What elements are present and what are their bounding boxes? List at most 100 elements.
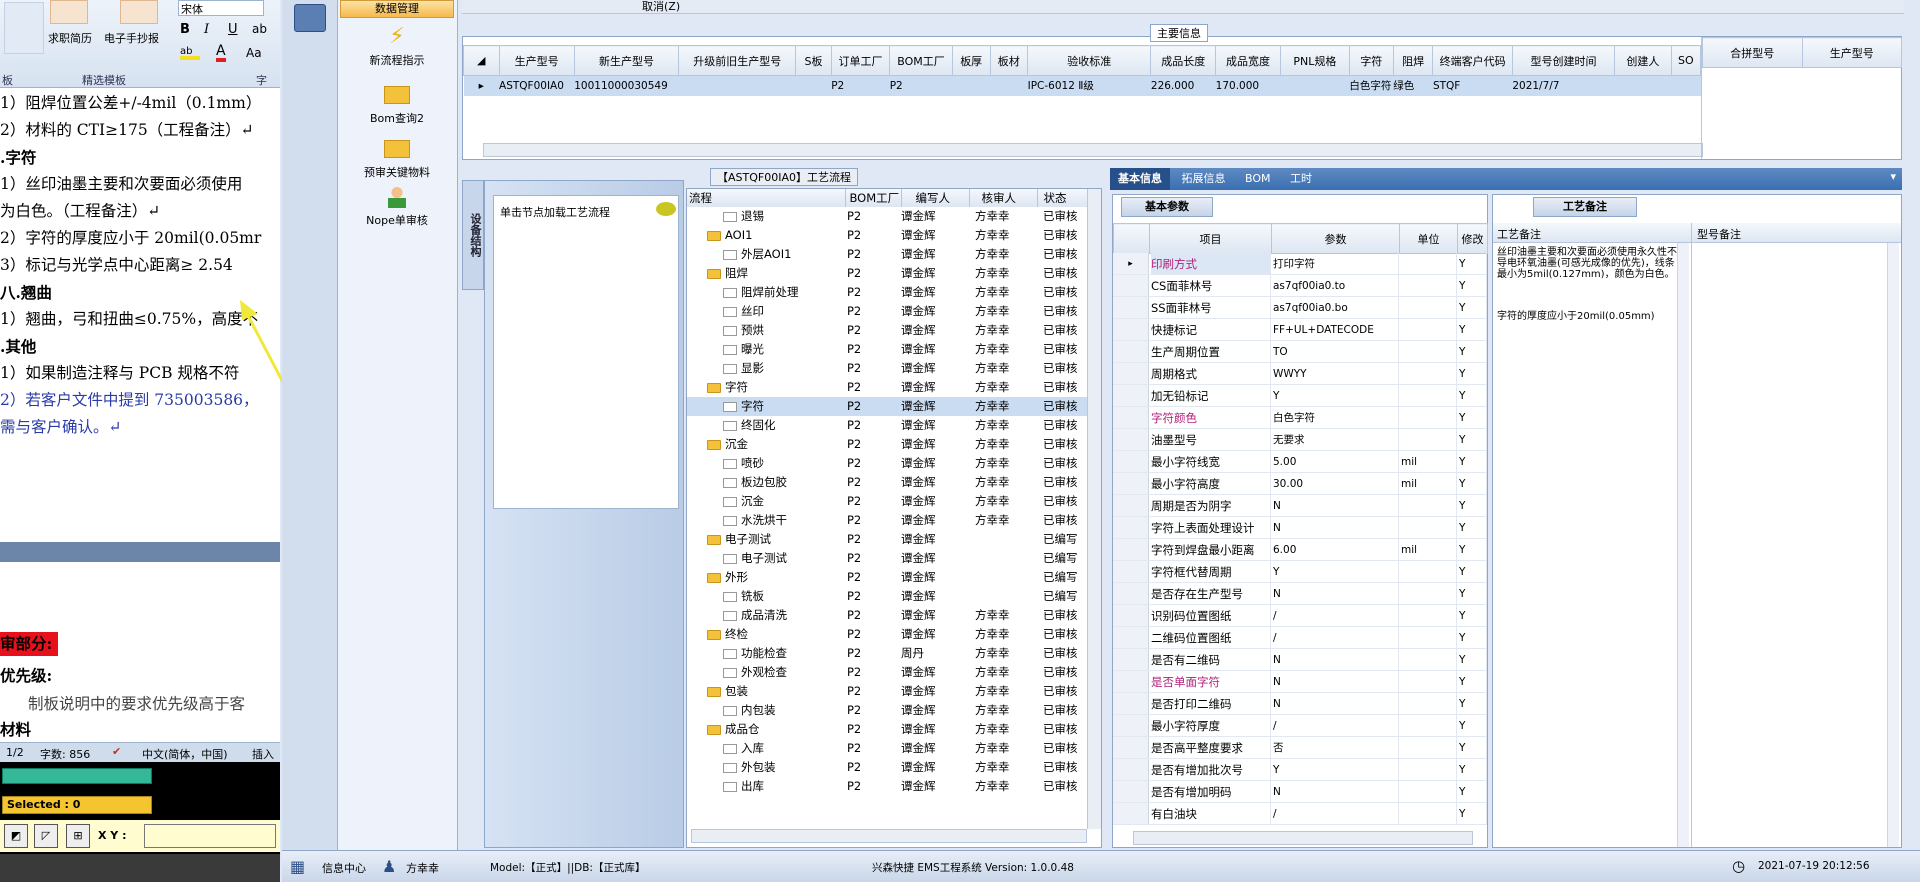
param-cell-v[interactable]: WWYY <box>1273 363 1399 384</box>
param-row[interactable]: 字符到焊盘最小距离 6.00 mil Y <box>1113 539 1487 561</box>
col-header[interactable]: 生产型号 <box>1801 37 1902 68</box>
tree-row[interactable]: 阻焊 P2 谭金辉 方幸幸 已审核 <box>687 264 1087 283</box>
tree-row[interactable]: 沉金 P2 谭金辉 方幸幸 已审核 <box>687 435 1087 454</box>
param-row[interactable]: 是否高平整度要求否 Y <box>1113 737 1487 759</box>
col-header[interactable]: 升级前旧生产型号 <box>678 45 797 76</box>
sidebar-item-prereview[interactable]: 预审关键物料 <box>338 136 456 180</box>
param-row[interactable]: 字符上表面处理设计 N Y <box>1113 517 1487 539</box>
param-row[interactable]: ▸ 印刷方式 打印字符 Y <box>1113 253 1487 275</box>
param-row[interactable]: 最小字符高度 30.00 mil Y <box>1113 473 1487 495</box>
tab-basic-params[interactable]: 基本参数 <box>1121 197 1213 217</box>
param-cell-v[interactable]: N <box>1273 517 1399 538</box>
param-row[interactable]: SS面菲林号 as7qf00ia0.bo Y <box>1113 297 1487 319</box>
bold-button[interactable]: B <box>180 22 190 37</box>
col-header[interactable]: 修改 <box>1457 223 1488 254</box>
col-header[interactable]: 生产型号 <box>498 45 575 76</box>
param-cell-v[interactable]: N <box>1273 693 1399 714</box>
param-cell-v[interactable]: 5.00 <box>1273 451 1399 472</box>
col-header[interactable]: 字符 <box>1348 45 1394 76</box>
device-structure-tab[interactable]: 设备结构 <box>462 180 484 290</box>
tab-bom[interactable]: BOM <box>1237 168 1279 190</box>
highlight-icon[interactable]: ab <box>180 46 200 60</box>
col-header[interactable]: 验收标准 <box>1027 45 1152 76</box>
calendar-icon[interactable] <box>294 4 326 32</box>
param-cell-v[interactable]: as7qf00ia0.to <box>1273 275 1399 296</box>
param-row[interactable]: 快捷标记 FF+UL+DATECODE Y <box>1113 319 1487 341</box>
param-cell-v[interactable]: Y <box>1273 385 1399 406</box>
param-row[interactable]: 油墨型号 无要求 Y <box>1113 429 1487 451</box>
col-header[interactable]: 成品长度 <box>1150 45 1217 76</box>
tree-row[interactable]: 内包装 P2 谭金辉 方幸幸 已审核 <box>687 701 1087 720</box>
param-row[interactable]: 是否有增加明码 N Y <box>1113 781 1487 803</box>
merge-grid[interactable]: 合拼型号 生产型号 <box>1701 37 1902 159</box>
font-size-icon[interactable]: Aa <box>246 46 262 60</box>
newspaper-button[interactable]: 电子手抄报 <box>104 30 159 46</box>
param-cell-v[interactable]: as7qf00ia0.bo <box>1273 297 1399 318</box>
param-row[interactable]: 加无铅标记 Y Y <box>1113 385 1487 407</box>
document-page-2[interactable]: 审部分: 优先级: 制板说明中的要求优先级高于客 材料 <box>0 562 280 742</box>
col-header[interactable]: 编写人 <box>901 189 970 207</box>
col-header[interactable]: BOM工厂 <box>845 189 902 207</box>
main-info-grid[interactable]: ◢ 生产型号 新生产型号 升级前旧生产型号 S板 订单工厂 BOM工厂 板厚 板… <box>462 36 1902 160</box>
tab-work-hours[interactable]: 工时 <box>1282 168 1320 190</box>
col-header[interactable]: 成品宽度 <box>1215 45 1281 76</box>
tree-row[interactable]: 预烘 P2 谭金辉 方幸幸 已审核 <box>687 321 1087 340</box>
info-center-button[interactable]: 信息中心 <box>322 860 366 876</box>
sidebar-item-bom-query[interactable]: Bom查询2 <box>338 82 456 126</box>
resume-button[interactable]: 求职简历 <box>48 30 92 46</box>
table-row[interactable]: ▸ ASTQF00IA0 10011000030549 P2 P2 IPC-60… <box>463 75 1701 96</box>
measure-icon[interactable]: ◸ <box>34 824 58 848</box>
tab-extended-info[interactable]: 拓展信息 <box>1174 168 1234 190</box>
tree-row[interactable]: 外观检查 P2 谭金辉 方幸幸 已审核 <box>687 663 1087 682</box>
sidebar-item-new-process[interactable]: ⚡ 新流程指示 <box>338 24 456 68</box>
param-row[interactable]: 识别码位置图纸 / Y <box>1113 605 1487 627</box>
param-row[interactable]: 生产周期位置 TO Y <box>1113 341 1487 363</box>
tree-row[interactable]: AOI1 P2 谭金辉 方幸幸 已审核 <box>687 226 1087 245</box>
param-cell-v[interactable]: 打印字符 <box>1273 253 1399 274</box>
tree-row[interactable]: 终固化 P2 谭金辉 方幸幸 已审核 <box>687 416 1087 435</box>
tree-row[interactable]: 入库 P2 谭金辉 方幸幸 已审核 <box>687 739 1087 758</box>
tab-basic-info[interactable]: 基本信息 <box>1110 168 1170 190</box>
main-info-hscroll[interactable] <box>483 143 1703 157</box>
param-cell-v[interactable]: / <box>1273 803 1399 824</box>
tree-row[interactable]: 包装 P2 谭金辉 方幸幸 已审核 <box>687 682 1087 701</box>
tree-row[interactable]: 电子测试 P2 谭金辉 已编写 <box>687 549 1087 568</box>
param-row[interactable]: 字符颜色 白色字符 Y <box>1113 407 1487 429</box>
col-header[interactable]: SO <box>1670 45 1702 76</box>
param-cell-v[interactable]: 白色字符 <box>1273 407 1399 428</box>
param-cell-v[interactable]: N <box>1273 781 1399 802</box>
tree-row[interactable]: 外包装 P2 谭金辉 方幸幸 已审核 <box>687 758 1087 777</box>
strikethrough-button[interactable]: ab <box>252 22 267 36</box>
italic-button[interactable]: I <box>204 22 209 37</box>
param-row[interactable]: 是否存在生产型号 N Y <box>1113 583 1487 605</box>
param-row[interactable]: 最小字符线宽 5.00 mil Y <box>1113 451 1487 473</box>
param-row[interactable]: 是否有增加批次号 Y Y <box>1113 759 1487 781</box>
font-name-select[interactable]: 宋体 <box>178 0 264 16</box>
sidebar-header[interactable]: 数据管理 <box>340 0 454 18</box>
tree-row[interactable]: 显影 P2 谭金辉 方幸幸 已审核 <box>687 359 1087 378</box>
sidebar-item-nope-review[interactable]: Nope单审核 <box>338 184 456 228</box>
col-header[interactable]: 核审人 <box>969 189 1038 207</box>
font-color-icon[interactable]: A <box>216 44 226 62</box>
process-tree[interactable]: 流程 BOM工厂 编写人 核审人 状态 退锡 P2 谭金辉 方幸幸 已审核 AOI1 P2 谭… <box>686 188 1102 848</box>
col-header[interactable]: S板 <box>795 45 832 76</box>
param-cell-v[interactable]: N <box>1273 649 1399 670</box>
process-note-text[interactable]: 丝印油墨主要和次要面必须使用永久性不导电环氧油墨(可感光成像的优先)，线条最小为… <box>1497 247 1677 280</box>
col-header[interactable]: 板材 <box>989 45 1029 76</box>
tree-row[interactable]: 成品仓 P2 谭金辉 方幸幸 已审核 <box>687 720 1087 739</box>
tree-hscroll[interactable] <box>691 829 1087 843</box>
param-row[interactable]: 是否有二维码 N Y <box>1113 649 1487 671</box>
param-cell-v[interactable]: 30.00 <box>1273 473 1399 494</box>
tree-row[interactable]: 成品清洗 P2 谭金辉 方幸幸 已审核 <box>687 606 1087 625</box>
col-header[interactable]: PNL规格 <box>1279 45 1350 76</box>
col-header[interactable]: 新生产型号 <box>573 45 680 76</box>
col-header[interactable]: 参数 <box>1271 223 1400 254</box>
process-note-text[interactable]: 字符的厚度应小于20mil(0.05mm) <box>1497 311 1687 322</box>
param-cell-v[interactable]: TO <box>1273 341 1399 362</box>
tree-row[interactable]: 功能检查 P2 周丹 方幸幸 已审核 <box>687 644 1087 663</box>
col-header[interactable]: 单位 <box>1399 223 1458 254</box>
param-row[interactable]: 有白油块 / Y <box>1113 803 1487 825</box>
tree-row[interactable]: 喷砂 P2 谭金辉 方幸幸 已审核 <box>687 454 1087 473</box>
col-header[interactable]: 合拼型号 <box>1702 37 1803 68</box>
col-header[interactable]: 终端客户代码 <box>1432 45 1513 76</box>
